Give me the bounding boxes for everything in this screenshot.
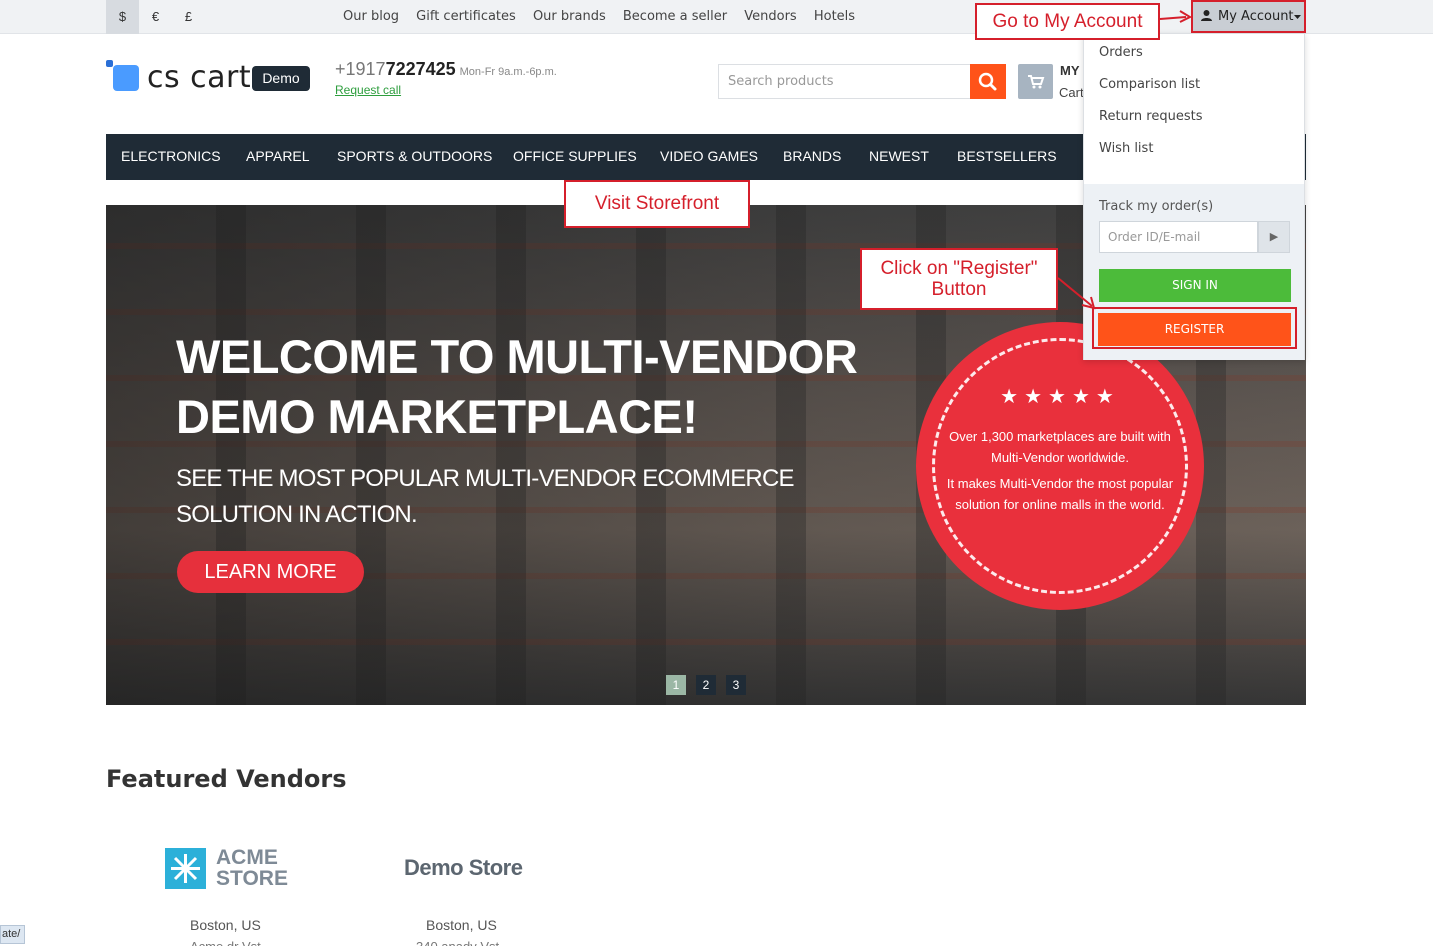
logo-text[interactable]: cs cart bbox=[147, 60, 251, 95]
banner-subtitle-line1: SEE THE MOST POPULAR MULTI-VENDOR ECOMME… bbox=[176, 465, 795, 492]
demo-badge: Demo bbox=[252, 66, 310, 91]
sign-in-button[interactable]: SIGN IN bbox=[1099, 269, 1291, 302]
banner-title: WELCOME TO MULTI-VENDOR DEMO MARKETPLACE… bbox=[176, 327, 858, 447]
annotation-click-register: Click on "Register" Button bbox=[860, 248, 1058, 310]
my-cart-label[interactable]: MY bbox=[1060, 63, 1080, 78]
link-become-seller[interactable]: Become a seller bbox=[623, 9, 727, 24]
banner-title-line2: DEMO MARKETPLACE! bbox=[176, 390, 698, 443]
nav-bestsellers[interactable]: BESTSELLERS bbox=[957, 134, 1057, 180]
acme-logo-line1: ACME bbox=[216, 846, 278, 869]
dropdown-return-requests[interactable]: Return requests bbox=[1099, 109, 1202, 124]
vendor-address-acme: Acme dr Vst bbox=[190, 939, 261, 946]
link-our-brands[interactable]: Our brands bbox=[533, 9, 606, 24]
search-input[interactable]: Search products bbox=[718, 64, 971, 99]
badge-text-2: It makes Multi-Vendor the most popular s… bbox=[946, 476, 1174, 512]
cart-button[interactable] bbox=[1018, 64, 1053, 99]
annotation-click-register-line1: Click on "Register" bbox=[880, 258, 1038, 279]
register-highlight bbox=[1092, 307, 1297, 349]
link-our-blog[interactable]: Our blog bbox=[343, 9, 399, 24]
cart-icon bbox=[1028, 75, 1045, 89]
request-call-link[interactable]: Request call bbox=[335, 83, 401, 97]
logo-mark-small bbox=[106, 60, 113, 67]
business-hours: Mon-Fr 9a.m.-6p.m. bbox=[459, 66, 557, 78]
nav-apparel[interactable]: APPAREL bbox=[246, 134, 310, 180]
link-hotels[interactable]: Hotels bbox=[814, 9, 855, 24]
snowflake-icon bbox=[171, 854, 200, 883]
demo-store-logo[interactable]: Demo Store bbox=[404, 855, 523, 881]
acme-logo-line2: STORE bbox=[216, 867, 288, 890]
vendor-location-acme: Boston, US bbox=[190, 917, 261, 933]
dropdown-orders[interactable]: Orders bbox=[1099, 45, 1143, 60]
logo-mark[interactable] bbox=[113, 65, 139, 91]
track-orders-label: Track my order(s) bbox=[1099, 199, 1214, 214]
badge-text-1: Over 1,300 marketplaces are built with M… bbox=[949, 429, 1171, 465]
dropdown-comparison-list[interactable]: Comparison list bbox=[1099, 77, 1200, 92]
banner-subtitle: SEE THE MOST POPULAR MULTI-VENDOR ECOMME… bbox=[176, 461, 795, 533]
annotation-go-to-account: Go to My Account bbox=[975, 3, 1160, 40]
top-links: Our blog Gift certificates Our brands Be… bbox=[343, 0, 868, 34]
play-icon: ▶ bbox=[1269, 231, 1279, 243]
link-vendors[interactable]: Vendors bbox=[744, 9, 796, 24]
dropdown-wish-list[interactable]: Wish list bbox=[1099, 141, 1153, 156]
nav-office-supplies[interactable]: OFFICE SUPPLIES bbox=[513, 134, 637, 180]
acme-logo-icon[interactable] bbox=[165, 848, 206, 889]
acme-logo-text[interactable]: ACME STORE bbox=[216, 847, 288, 889]
search-button[interactable] bbox=[970, 64, 1006, 99]
slide-dot-3[interactable]: 3 bbox=[726, 675, 746, 695]
link-gift-certificates[interactable]: Gift certificates bbox=[416, 9, 516, 24]
star-rating-icon: ★★★★★ bbox=[1000, 386, 1120, 408]
phone-prefix: +1917 bbox=[335, 59, 386, 79]
nav-video-games[interactable]: VIDEO GAMES bbox=[660, 134, 758, 180]
track-go-button[interactable]: ▶ bbox=[1258, 221, 1290, 253]
currency-gbp[interactable]: £ bbox=[172, 0, 205, 34]
slide-dot-2[interactable]: 2 bbox=[696, 675, 716, 695]
nav-electronics[interactable]: ELECTRONICS bbox=[121, 134, 221, 180]
my-account-highlight bbox=[1191, 0, 1306, 33]
nav-newest[interactable]: NEWEST bbox=[869, 134, 929, 180]
currency-eur[interactable]: € bbox=[139, 0, 172, 34]
nav-sports-outdoors[interactable]: SPORTS & OUTDOORS bbox=[337, 134, 492, 180]
learn-more-button[interactable]: LEARN MORE bbox=[177, 551, 364, 593]
currency-usd[interactable]: $ bbox=[106, 0, 139, 34]
slide-dot-1[interactable]: 1 bbox=[666, 675, 686, 695]
search-icon bbox=[978, 72, 997, 91]
order-id-input[interactable]: Order ID/E-mail bbox=[1099, 221, 1258, 253]
annotation-click-register-line2: Button bbox=[931, 279, 987, 300]
vendor-location-demo: Boston, US bbox=[426, 917, 497, 933]
banner-subtitle-line2: SOLUTION IN ACTION. bbox=[176, 501, 418, 528]
vendor-address-demo: 340 anadv Vst bbox=[416, 939, 499, 946]
nav-brands[interactable]: BRANDS bbox=[783, 134, 841, 180]
banner-title-line1: WELCOME TO MULTI-VENDOR bbox=[176, 330, 858, 383]
cart-label[interactable]: Cart bbox=[1059, 85, 1084, 100]
annotation-visit-storefront: Visit Storefront bbox=[564, 180, 750, 228]
status-bar-url: ate/ bbox=[0, 925, 25, 944]
phone-bold: 7227425 bbox=[385, 59, 456, 79]
phone-number: +19177227425 Mon-Fr 9a.m.-6p.m. bbox=[335, 59, 557, 80]
featured-vendors-title: Featured Vendors bbox=[106, 765, 347, 793]
promo-badge: ★★★★★ Over 1,300 marketplaces are built … bbox=[916, 322, 1204, 610]
